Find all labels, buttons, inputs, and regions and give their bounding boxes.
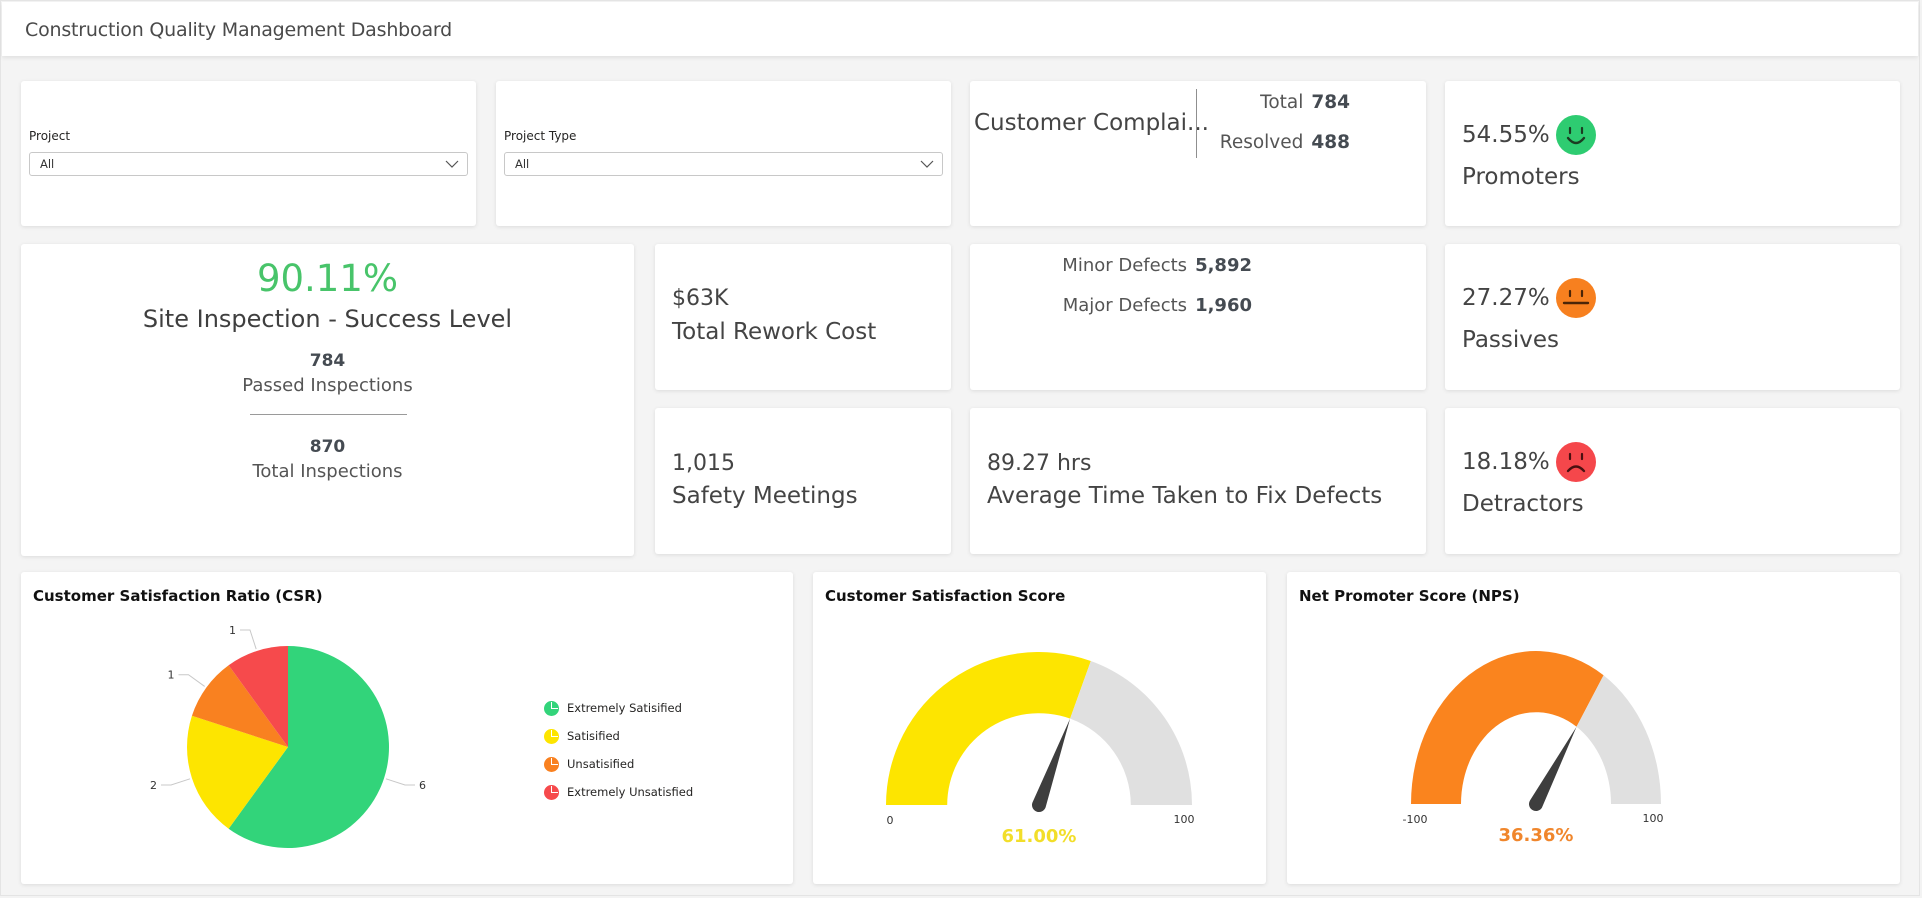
passives-value: 27.27% (1462, 285, 1550, 311)
safety-meetings-card: 1,015 Safety Meetings (655, 408, 951, 554)
gauge-min-label: -100 (1403, 813, 1428, 826)
page-title: Construction Quality Management Dashboar… (25, 19, 453, 41)
detractors-value: 18.18% (1462, 449, 1550, 475)
pie-data-label: 6 (419, 779, 426, 792)
project-slicer-label: Project (29, 129, 71, 143)
nps-gauge: -100 100 36.36% (1403, 651, 1664, 846)
gauge-min-label: 0 (887, 814, 894, 827)
complaints-total-row: Total 784 (1260, 92, 1350, 113)
legend-item[interactable]: Unsatisified (544, 750, 693, 778)
legend-item[interactable]: Extremely Unsatisfied (544, 778, 693, 806)
csat-gauge-card: Customer Satisfaction Score 0 100 61.00% (813, 572, 1266, 884)
gauge-value-label: 36.36% (1499, 825, 1574, 846)
pie-legend-icon (544, 784, 559, 800)
project-type-dropdown[interactable]: All (504, 152, 943, 176)
legend-item[interactable]: Satisified (544, 722, 693, 750)
legend-item[interactable]: Extremely Satisified (544, 694, 693, 722)
customer-complaints-title: Customer Complai... (974, 110, 1209, 136)
promoters-card: 54.55% Promoters (1445, 81, 1900, 226)
site-inspection-success-value: 90.11% (256, 257, 399, 300)
pie-leader-line (385, 778, 415, 786)
pie-leader-line (161, 778, 191, 786)
total-inspections-value: 870 (309, 437, 346, 457)
csr-pie-chart-card: Customer Satisfaction Ratio (CSR) 6211 E… (21, 572, 793, 884)
pie-data-label: 2 (150, 779, 157, 792)
total-inspections-label: Total Inspections (252, 461, 403, 482)
gauge-max-label: 100 (1643, 812, 1664, 825)
customer-complaints-card: Customer Complai... Total 784 Resolved 488 (970, 81, 1426, 226)
detractors-card: 18.18% Detractors (1445, 408, 1900, 554)
site-inspection-title: Site Inspection - Success Level (142, 305, 513, 333)
sad-face-icon (1556, 442, 1596, 482)
complaints-divider (1196, 89, 1197, 158)
pie-leader-line (178, 674, 205, 687)
minor-defects-value: 5,892 (1195, 255, 1252, 276)
nps-gauge-card: Net Promoter Score (NPS) -100 100 36.36% (1287, 572, 1900, 884)
gauge-value-label: 61.00% (1002, 826, 1077, 847)
major-defects-label: Major Defects (1062, 295, 1188, 316)
gauge-fill (886, 652, 1091, 805)
chevron-down-icon (920, 160, 934, 168)
rework-cost-value: $63K (672, 286, 729, 311)
rework-cost-card: $63K Total Rework Cost (655, 244, 951, 390)
pie-leader-line (239, 629, 257, 650)
complaints-resolved-value: 488 (1311, 132, 1350, 153)
fix-time-value: 89.27 hrs (987, 451, 1092, 476)
pie-legend-icon (544, 700, 559, 716)
safety-meetings-label: Safety Meetings (672, 483, 858, 509)
legend-label: Satisified (567, 729, 620, 743)
legend-label: Unsatisified (567, 757, 635, 771)
site-inspection-card: 90.11% Site Inspection - Success Level 7… (21, 244, 634, 556)
detractors-label: Detractors (1462, 491, 1584, 517)
project-type-dropdown-value: All (515, 157, 530, 171)
passives-label: Passives (1462, 327, 1560, 353)
legend-label: Extremely Unsatisfied (567, 785, 694, 799)
inspection-ratio-divider (250, 414, 407, 415)
major-defects-row: Major Defects 1,960 (1063, 295, 1252, 316)
minor-defects-row: Minor Defects 5,892 (1062, 255, 1252, 276)
project-dropdown-value: All (40, 157, 55, 171)
gauge-track (1070, 661, 1192, 805)
project-type-slicer: Project Type All (496, 81, 951, 226)
pie-legend-icon (544, 728, 559, 744)
minor-defects-label: Minor Defects (1062, 255, 1188, 276)
passed-inspections-label: Passed Inspections (242, 375, 413, 396)
complaints-total-label: Total (1260, 92, 1304, 113)
major-defects-value: 1,960 (1195, 295, 1252, 316)
page-header: Construction Quality Management Dashboar… (2, 2, 1918, 56)
neutral-face-icon (1556, 278, 1596, 318)
fix-time-card: 89.27 hrs Average Time Taken to Fix Defe… (970, 408, 1426, 554)
safety-meetings-value: 1,015 (672, 451, 735, 476)
gauge-needle (1032, 718, 1071, 812)
fix-time-label: Average Time Taken to Fix Defects (987, 483, 1383, 509)
project-dropdown[interactable]: All (29, 152, 468, 176)
promoters-value: 54.55% (1462, 122, 1550, 148)
gauge-max-label: 100 (1174, 813, 1195, 826)
pie-data-label: 1 (229, 624, 236, 637)
pie-legend-icon (544, 756, 559, 772)
passives-card: 27.27% Passives (1445, 244, 1900, 390)
project-slicer: Project All (21, 81, 476, 226)
project-type-slicer-label: Project Type (504, 129, 577, 143)
passed-inspections-value: 784 (309, 351, 346, 371)
complaints-total-value: 784 (1311, 92, 1350, 113)
chevron-down-icon (445, 160, 459, 168)
rework-cost-label: Total Rework Cost (672, 319, 877, 345)
pie-data-label: 1 (167, 669, 174, 682)
complaints-resolved-row: Resolved 488 (1220, 132, 1350, 153)
gauge-fill (1411, 651, 1604, 804)
csat-gauge: 0 100 61.00% (886, 652, 1195, 847)
gauge-needle (1529, 726, 1577, 811)
csr-legend: Extremely Satisified Satisified Unsatisifi… (544, 694, 693, 806)
defects-card: Minor Defects 5,892 Major Defects 1,960 (970, 244, 1426, 390)
complaints-resolved-label: Resolved (1219, 132, 1304, 153)
legend-label: Extremely Satisified (567, 701, 682, 715)
smile-face-icon (1556, 115, 1596, 155)
promoters-label: Promoters (1462, 164, 1580, 190)
